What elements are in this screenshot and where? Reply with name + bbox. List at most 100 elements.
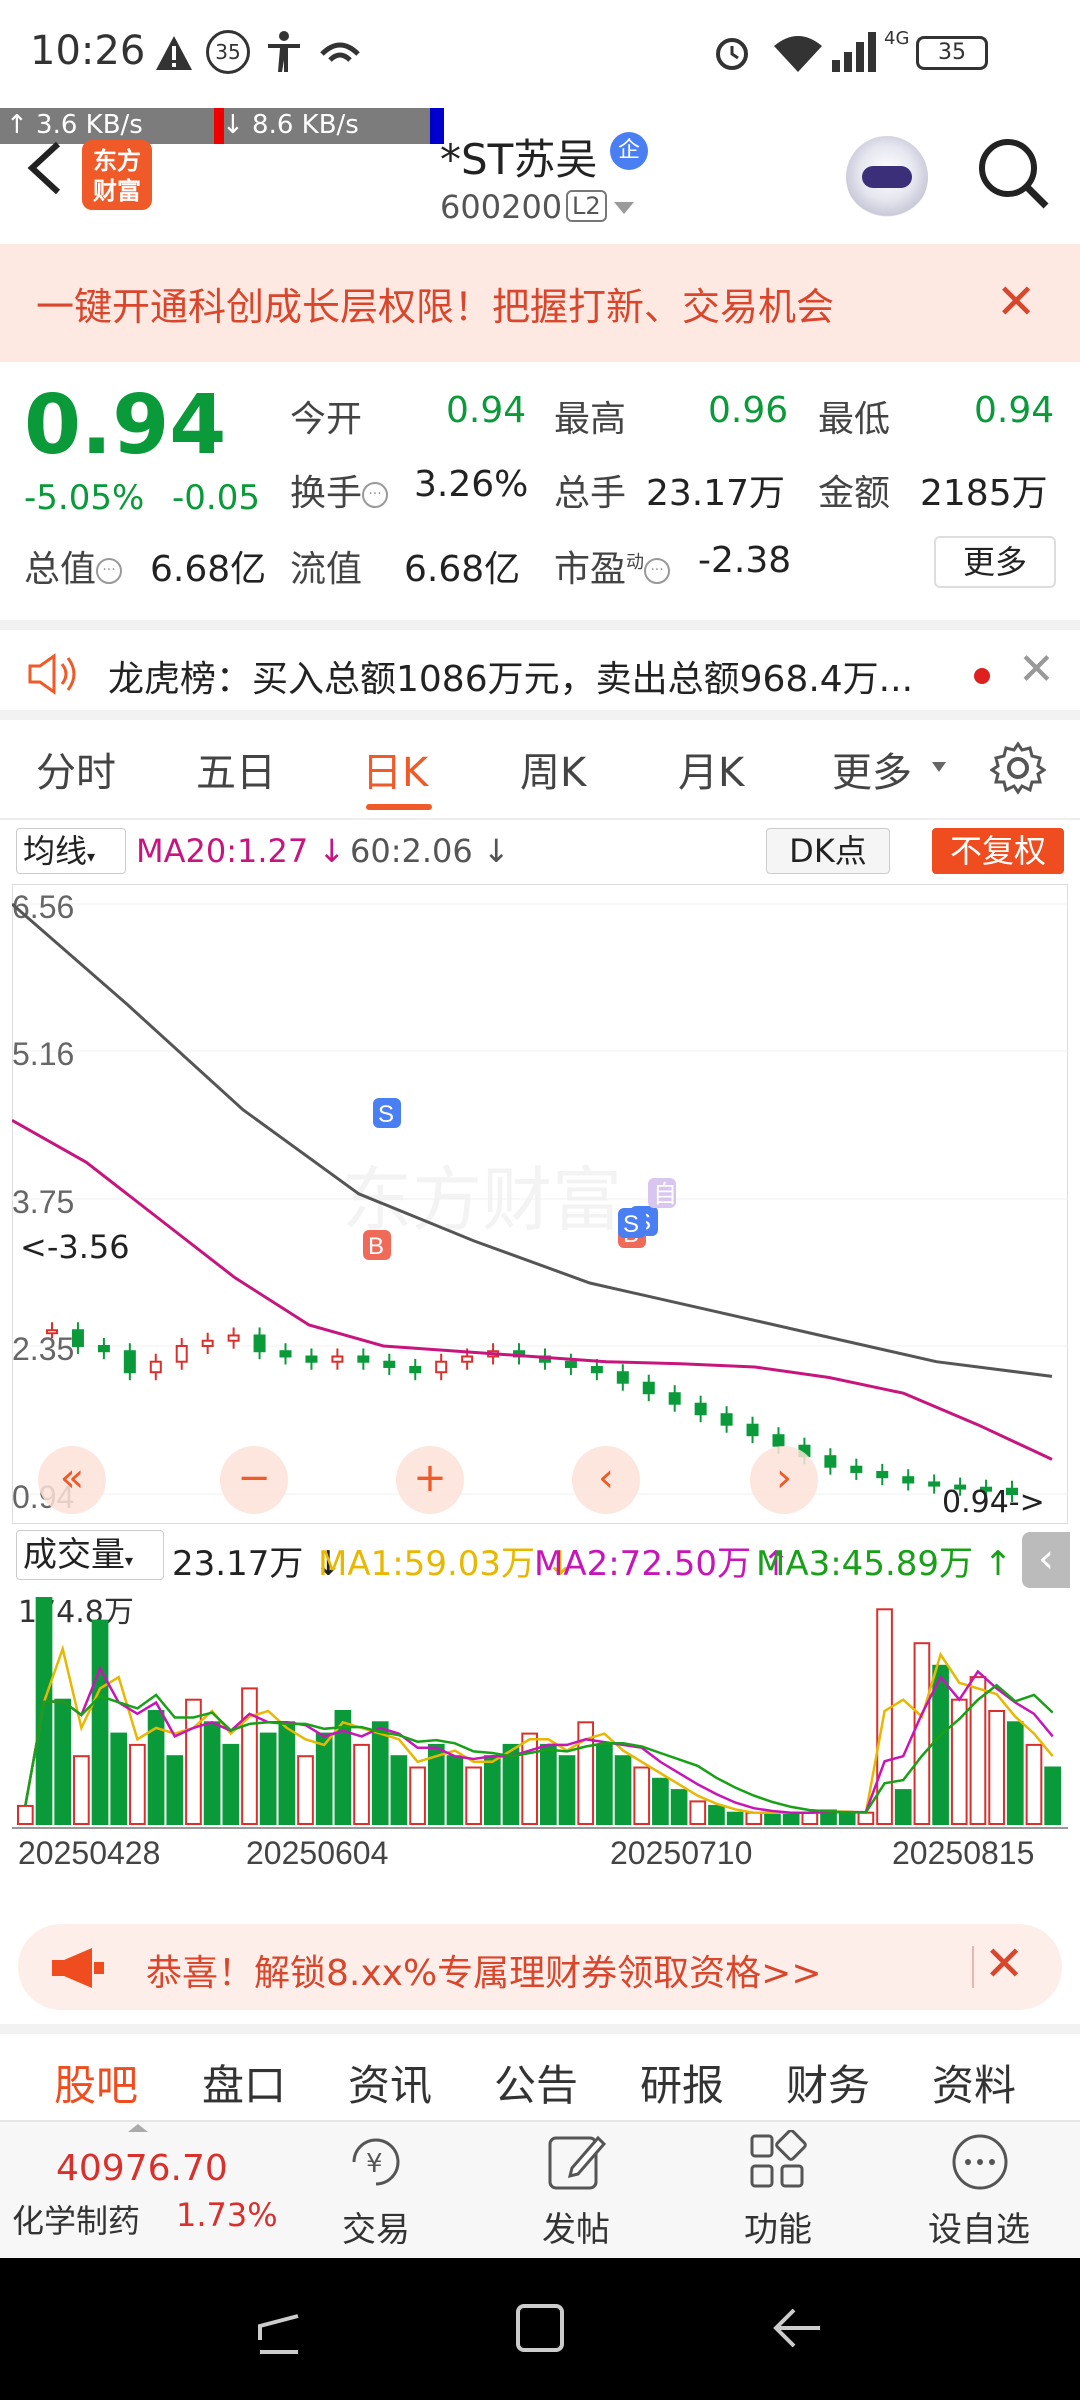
high-label: 最高: [554, 399, 627, 440]
candle-body: [876, 1470, 889, 1479]
tab-more[interactable]: 更多: [832, 740, 912, 798]
svg-text:¥: ¥: [366, 2149, 383, 2179]
news-close-icon[interactable]: ✕: [1018, 644, 1055, 695]
tab-daily-k[interactable]: 日K: [362, 740, 428, 798]
news-ticker[interactable]: 龙虎榜：买入总额1086万元，卖出总额968.4万... ✕: [0, 620, 1080, 720]
info-icon[interactable]: ···: [96, 558, 123, 584]
tab-news[interactable]: 资讯: [348, 2052, 432, 2113]
kline-chart[interactable]: 东方财富 6.565.163.752.350.94 <-3.56 0.94-> …: [12, 884, 1068, 1524]
info-icon[interactable]: ···: [362, 482, 389, 508]
speaker-icon: [28, 653, 76, 695]
dk-point-button[interactable]: DK点: [766, 828, 890, 874]
chart-control-button[interactable]: ‹: [572, 1446, 640, 1514]
candle-body: [383, 1360, 396, 1368]
unread-dot: [974, 668, 990, 684]
sector-change[interactable]: 1.73%: [176, 2196, 278, 2234]
volume-bar: [91, 1619, 109, 1825]
promo-banner[interactable]: 一键开通科创成长层权限！把握打新、交易机会 ✕: [0, 244, 1080, 362]
chevron-down-icon[interactable]: [612, 200, 636, 218]
volume-bar: [838, 1811, 856, 1825]
section-divider: [0, 2024, 1080, 2034]
trade-icon[interactable]: ¥: [344, 2130, 408, 2194]
volume-bar: [17, 1804, 34, 1825]
signal-icon: [832, 32, 876, 72]
functions-label[interactable]: 功能: [744, 2202, 812, 2251]
tab-weekly-k[interactable]: 周K: [520, 740, 586, 798]
expand-up-icon[interactable]: [126, 2122, 150, 2134]
search-icon[interactable]: [976, 136, 1050, 210]
volume-bar: [203, 1721, 221, 1825]
tab-more-caret-icon[interactable]: [930, 760, 948, 774]
tab-intraday[interactable]: 分时: [36, 740, 116, 798]
pe-value: -2.38: [698, 540, 792, 581]
signal-label: S: [623, 1211, 639, 1238]
volume-select[interactable]: 成交量▾: [16, 1530, 164, 1580]
banner-text[interactable]: 一键开通科创成长层权限！把握打新、交易机会: [36, 276, 834, 331]
ma60-value: 60:2.06 ↓: [350, 832, 510, 870]
sector-index-value[interactable]: 40976.70: [56, 2148, 228, 2189]
logo-text-bottom: 财富: [93, 177, 141, 205]
back-arrow-icon[interactable]: [20, 138, 68, 198]
recent-apps-icon[interactable]: [252, 2300, 308, 2356]
open-value: 0.94: [446, 390, 527, 431]
chart-control-button[interactable]: «: [38, 1446, 106, 1514]
promo-close-icon[interactable]: ✕: [984, 1936, 1024, 1992]
collapse-panel-icon[interactable]: ‹: [1022, 1532, 1070, 1588]
volume-chart[interactable]: 174.8万 20250428 20250604 20250710 20250815: [12, 1588, 1068, 1900]
chart-control-button[interactable]: −: [220, 1446, 288, 1514]
tab-announcements[interactable]: 公告: [494, 2052, 578, 2113]
no-adjust-button[interactable]: 不复权: [932, 828, 1064, 874]
volume-bar: [446, 1755, 464, 1825]
functions-grid-icon[interactable]: [746, 2130, 810, 2194]
add-watchlist-icon[interactable]: [948, 2130, 1012, 2194]
ma20-value: MA20:1.27 ↓: [136, 832, 346, 870]
tab-forum[interactable]: 股吧: [54, 2052, 138, 2113]
volume-bar: [110, 1732, 128, 1826]
chart-control-button[interactable]: ›: [750, 1446, 818, 1514]
date-tick-label: 20250604: [246, 1835, 388, 1871]
promo-text[interactable]: 恭喜！解锁8.xx%专属理财券领取资格>>: [146, 1944, 822, 1996]
low-marker-label: <-3.56: [20, 1228, 130, 1266]
current-price: 0.94: [24, 378, 227, 473]
candle-body: [720, 1413, 733, 1426]
candle-body: [564, 1360, 577, 1368]
assistant-robot-icon[interactable]: [846, 136, 928, 218]
tab-orderbook[interactable]: 盘口: [202, 2052, 286, 2113]
tab-profile[interactable]: 资料: [932, 2052, 1016, 2113]
tab-financials[interactable]: 财务: [786, 2052, 870, 2113]
turnover-label-text: 换手: [290, 473, 363, 514]
signal-label: B: [368, 1233, 384, 1260]
trade-label[interactable]: 交易: [342, 2202, 410, 2251]
post-edit-icon[interactable]: [544, 2130, 608, 2194]
home-icon[interactable]: [512, 2300, 568, 2356]
sector-name[interactable]: 化学制药: [12, 2196, 140, 2242]
candle-body: [461, 1355, 474, 1363]
post-label[interactable]: 发帖: [542, 2202, 610, 2251]
back-nav-icon[interactable]: [770, 2300, 826, 2356]
tab-monthly-k[interactable]: 月K: [678, 740, 744, 798]
tab-research[interactable]: 研报: [640, 2052, 724, 2113]
more-quote-button[interactable]: 更多: [934, 536, 1056, 588]
enterprise-badge-icon: 企: [610, 132, 648, 170]
candle-body: [824, 1455, 837, 1468]
stock-code[interactable]: 600200: [440, 188, 562, 226]
level2-badge[interactable]: L2: [566, 190, 607, 222]
chart-watermark: 东方财富: [342, 1161, 622, 1239]
settings-gear-icon[interactable]: [990, 740, 1046, 796]
candle-body: [97, 1344, 110, 1353]
eastmoney-logo[interactable]: 东方 财富: [82, 140, 152, 210]
volume-bar: [278, 1721, 296, 1825]
banner-close-icon[interactable]: ✕: [996, 274, 1036, 330]
ma-select[interactable]: 均线▾: [16, 828, 126, 874]
info-icon[interactable]: ···: [644, 558, 671, 584]
chart-control-button[interactable]: +: [396, 1446, 464, 1514]
volume-max-label: 174.8万: [18, 1595, 134, 1630]
volume-bar: [297, 1755, 314, 1825]
date-tick-label: 20250710: [610, 1835, 752, 1871]
news-text[interactable]: 龙虎榜：买入总额1086万元，卖出总额968.4万...: [108, 650, 913, 702]
system-nav-bar: [0, 2258, 1080, 2400]
promo-divider: [972, 1946, 974, 1988]
promo-strip[interactable]: 恭喜！解锁8.xx%专属理财券领取资格>> ✕: [18, 1924, 1062, 2010]
tab-five-day[interactable]: 五日: [196, 740, 276, 798]
add-watchlist-label[interactable]: 设自选: [928, 2202, 1030, 2251]
